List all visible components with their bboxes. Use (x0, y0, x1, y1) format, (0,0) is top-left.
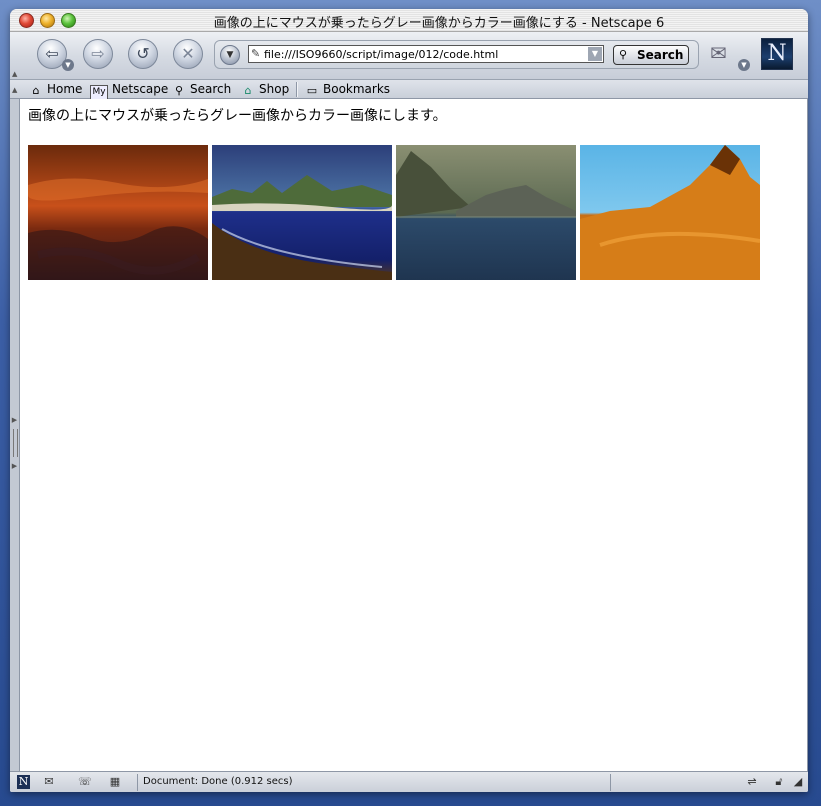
magnifier-icon: ⚲ (619, 48, 628, 61)
back-arrow-icon: ⇦ (45, 44, 59, 63)
personal-item-netscape[interactable]: My Netscape (90, 81, 169, 100)
home-label: Home (47, 82, 83, 96)
personal-item-home[interactable]: ⌂ Home (29, 81, 83, 97)
bookmarks-folder-icon: ▭ (306, 84, 318, 97)
browser-window: 画像の上にマウスが乗ったらグレー画像からカラー画像にする - Netscape … (10, 9, 808, 792)
window-title: 画像の上にマウスが乗ったらグレー画像からカラー画像にする - Netscape … (213, 16, 665, 31)
zoom-window-button[interactable] (61, 13, 76, 28)
url-text[interactable]: file:///ISO9660/script/image/012/code.ht… (264, 48, 498, 61)
search-label: Search (190, 82, 232, 96)
forward-button[interactable]: ⇨ (83, 39, 113, 69)
personal-toolbar-grip-icon[interactable]: ▲ (12, 86, 19, 94)
status-text: Document: Done (0.912 secs) (143, 776, 293, 787)
personal-toolbar: ▲ ⌂ Home My Netscape ⚲ Search ⌂ Shop ▭ Bookma… (10, 80, 808, 100)
sidebar-expand-icon[interactable]: ▶ (11, 417, 18, 424)
page-proxy-icon[interactable]: ✎ (251, 47, 260, 60)
forward-arrow-icon: ⇨ (91, 44, 105, 63)
mail-dropdown-icon[interactable]: ▼ (738, 59, 750, 71)
url-menu-button[interactable]: ▼ (220, 45, 240, 65)
close-window-button[interactable] (19, 13, 34, 28)
stop-button[interactable]: ✕ (173, 39, 203, 69)
online-connection-icon[interactable]: ⇌ (738, 775, 766, 789)
status-bar: N ✉ ☏ ▦ Document: Done (0.912 secs) ⇌ 🔓︎… (10, 771, 808, 792)
content-border (807, 99, 808, 771)
shop-icon: ⌂ (244, 84, 252, 97)
home-icon: ⌂ (32, 84, 40, 97)
netscape-logo[interactable]: N (761, 38, 793, 70)
security-lock-icon[interactable]: 🔓︎ (772, 775, 786, 789)
netscape-label: Netscape (112, 82, 169, 96)
personal-item-search[interactable]: ⚲ Search (172, 81, 231, 97)
title-bar[interactable]: 画像の上にマウスが乗ったらグレー画像からカラー画像にする - Netscape … (10, 9, 808, 32)
navigation-toolbar: ▲ ⇦ ▼ ⇨ ↺ ✕ ▼ ✎ file:///ISO9660/script/i… (10, 32, 808, 80)
reload-button[interactable]: ↺ (128, 39, 158, 69)
toolbar-grip-icon[interactable]: ▲ (12, 70, 19, 78)
search-icon: ⚲ (174, 84, 184, 97)
personal-item-bookmarks[interactable]: ▭ Bookmarks (305, 81, 390, 97)
thumbnail-image-bay[interactable] (212, 145, 392, 280)
minimize-window-button[interactable] (40, 13, 55, 28)
back-history-dropdown-icon[interactable]: ▼ (62, 59, 74, 71)
address-book-icon[interactable]: ☏ (76, 775, 94, 789)
toolbar-separator (296, 82, 298, 97)
chevron-down-icon: ▼ (226, 50, 234, 60)
shop-label: Shop (259, 82, 290, 96)
sidebar-collapsed-bar[interactable]: ▶ ▶ (10, 99, 20, 771)
thumbnail-image-lake[interactable] (396, 145, 576, 280)
netscape-status-icon[interactable]: N (17, 775, 30, 789)
thumbnail-image-desert[interactable] (580, 145, 760, 280)
status-divider (137, 774, 138, 791)
bookmarks-label: Bookmarks (323, 82, 391, 96)
composer-icon[interactable]: ▦ (106, 775, 124, 789)
url-input[interactable]: ✎ file:///ISO9660/script/image/012/code.… (248, 45, 604, 63)
my-netscape-icon: My (90, 85, 108, 100)
url-history-dropdown-icon[interactable]: ▼ (588, 47, 602, 61)
search-button[interactable]: ⚲ Search (613, 45, 689, 65)
stop-icon: ✕ (181, 44, 195, 63)
page-content: 画像の上にマウスが乗ったらグレー画像からカラー画像にします。 (20, 99, 807, 771)
mail-icon[interactable]: ✉ (40, 775, 58, 789)
sidebar-grip-icon[interactable] (13, 429, 18, 457)
page-description: 画像の上にマウスが乗ったらグレー画像からカラー画像にします。 (28, 108, 447, 124)
status-divider-right (610, 774, 611, 791)
search-button-label: Search (637, 48, 684, 62)
reload-icon: ↺ (136, 44, 150, 63)
thumbnail-image-sunset[interactable] (28, 145, 208, 280)
resize-grip-icon[interactable]: ◢ (792, 775, 804, 789)
sidebar-expand-icon-lower[interactable]: ▶ (11, 463, 18, 470)
personal-item-shop[interactable]: ⌂ Shop (241, 81, 290, 97)
